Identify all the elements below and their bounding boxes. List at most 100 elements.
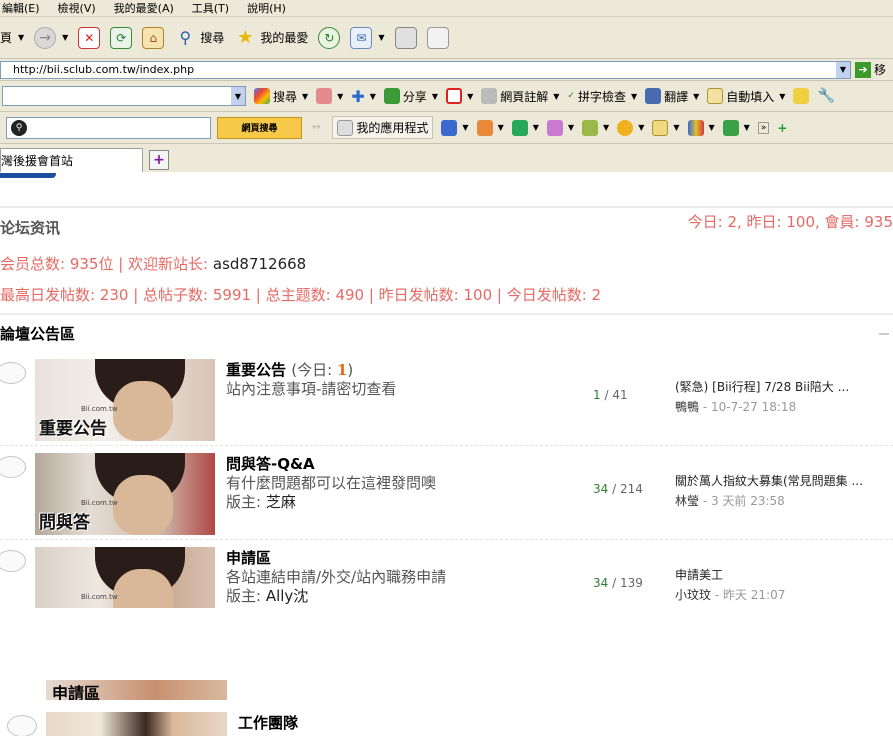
forum-name-text: 重要公告 [226, 361, 287, 379]
last-post-title[interactable]: 關於萬人指紋大募集(常見問題集 ... [675, 472, 863, 489]
menu-favorites[interactable]: 我的最愛(A) [114, 0, 174, 16]
forum-name[interactable]: 申請區 [226, 547, 271, 568]
shield-icon [687, 119, 704, 136]
add-app-button[interactable]: + [777, 121, 787, 135]
last-post-user[interactable]: 林瑩 [675, 494, 699, 508]
go-button[interactable]: ➔ 移 [855, 61, 886, 78]
google-toolbar: ▼ 搜尋 ▼ ▼ ✚ ▼ 分享 ▼ ▼ 網頁註解 ▼ ✓ 拼字檢查 ▼ 翻譯 ▼… [0, 81, 893, 112]
house-icon [546, 119, 563, 136]
my-apps-button[interactable]: 我的應用程式 [332, 116, 434, 139]
new-admin-link[interactable]: asd8712668 [213, 255, 306, 273]
app-puzzle[interactable]: ▼ [722, 119, 750, 136]
popup-blocker-button[interactable]: ▼ [446, 88, 473, 104]
puzzle-icon [722, 119, 739, 136]
add-button[interactable]: ✚ ▼ [351, 87, 376, 106]
moderator-name[interactable]: Ally沈 [266, 587, 308, 605]
thread-count: 34 [593, 482, 609, 496]
chevron-down-icon: ▼ [18, 33, 25, 42]
mail-icon: ✉ [350, 26, 373, 49]
mail-button[interactable]: ✉ ▼ [350, 26, 385, 49]
home-button[interactable]: ⌂ [142, 26, 165, 49]
new-tab-button[interactable]: + [149, 150, 169, 170]
bookmark-button[interactable]: ▼ [316, 88, 343, 104]
share-button[interactable]: 分享 ▼ [383, 88, 438, 105]
menu-help[interactable]: 說明(H) [247, 0, 286, 16]
watermark: Bii.com.tw [81, 593, 118, 601]
forum-row: Bii.com.tw 重要公告 重要公告 (今日: 1) 站內注意事項-請密切查… [0, 354, 893, 446]
last-post-user[interactable]: 小玟玟 [675, 588, 711, 602]
address-bar: http://bii.sclub.com.tw/index.php ▼ ➔ 移 [0, 59, 893, 81]
forum-name[interactable]: 問與答-Q&A [226, 453, 315, 474]
chevron-down-icon: ▼ [497, 123, 504, 132]
today-prefix: (今日: [291, 361, 337, 379]
menu-tools[interactable]: 工具(T) [192, 0, 229, 16]
edit-button[interactable] [426, 26, 449, 49]
last-post-title[interactable]: (緊急) [Bii行程] 7/28 Bii陪大 ... [675, 378, 849, 395]
spellcheck-label: 拼字檢查 [577, 89, 626, 104]
tab-active[interactable]: 灣後援會首站 [0, 148, 143, 172]
app-fish[interactable]: ▼ [617, 119, 644, 136]
last-post-user[interactable]: 鴨鴨 [675, 400, 699, 414]
more-apps-button[interactable]: » [757, 121, 770, 134]
main-toolbar: 頁 ▼ → ▼ ✕ ⟳ ⌂ ⚲ 搜尋 ★ 我的最愛 ↻ ✉ ▼ [0, 17, 893, 59]
favorites-button[interactable]: ★ 我的最愛 [234, 27, 308, 49]
last-post-title[interactable]: 申請美工 [675, 566, 723, 583]
forum-description: 各站連結申請/外交/站內職務申請 [226, 568, 447, 586]
post-count: / 41 [600, 388, 628, 402]
print-button[interactable] [394, 26, 417, 49]
page-button[interactable]: 頁 ▼ [0, 29, 24, 46]
google-search-input[interactable]: ▼ [2, 86, 246, 106]
highlight-button[interactable] [793, 88, 810, 104]
chevron-down-icon: ▼ [467, 91, 474, 101]
render-gap [0, 608, 893, 680]
chevron-down-icon[interactable]: ▼ [231, 87, 245, 105]
refresh-icon: ⟳ [110, 26, 133, 49]
forum-name[interactable]: 工作團隊 [238, 712, 298, 733]
watermark: Bii.com.tw [81, 499, 118, 507]
refresh-button[interactable]: ⟳ [110, 26, 133, 49]
autofill-button[interactable]: 自動填入 ▼ [707, 88, 785, 105]
menu-edit[interactable]: 編輯(E) [2, 0, 40, 16]
app-game[interactable]: ▼ [476, 119, 504, 136]
forum-thumbnail[interactable] [46, 712, 227, 736]
print-icon [394, 26, 417, 49]
history-button[interactable]: ↻ [318, 26, 341, 49]
edit-icon [426, 26, 449, 49]
address-input[interactable]: http://bii.sclub.com.tw/index.php ▼ [0, 60, 851, 79]
forum-thumbnail[interactable]: Bii.com.tw [35, 547, 215, 608]
annotate-button[interactable]: 網頁註解 ▼ [481, 88, 559, 105]
menu-view[interactable]: 檢視(V) [58, 0, 96, 16]
thumbnail-bg [46, 712, 227, 736]
app-star[interactable]: ▼ [511, 119, 539, 136]
window-icon [652, 119, 669, 136]
forum-thumbnail[interactable]: 申請區 [46, 680, 227, 700]
moderator-name[interactable]: 芝麻 [266, 493, 296, 511]
comment-icon [481, 88, 498, 104]
stop-button[interactable]: ✕ [78, 26, 101, 49]
search-button[interactable]: ⚲ 搜尋 [174, 27, 224, 49]
section-title[interactable]: 論壇公告區 [0, 323, 75, 344]
app-window[interactable]: ▼ [652, 119, 680, 136]
go-label: 移 [874, 63, 887, 77]
share-label: 分享 [402, 89, 427, 104]
app-house[interactable]: ▼ [546, 119, 574, 136]
spellcheck-button[interactable]: ✓ 拼字檢查 ▼ [567, 88, 637, 105]
forum-thumbnail[interactable]: Bii.com.tw 重要公告 [35, 359, 215, 441]
settings-button[interactable]: 🔧 [817, 88, 834, 104]
chevron-down-icon[interactable]: ▼ [836, 61, 850, 78]
app-book[interactable]: ▼ [582, 119, 609, 136]
web-search-button[interactable]: 網頁搜尋 [217, 116, 302, 139]
google-search-button[interactable]: 搜尋 ▼ [254, 88, 308, 105]
app-shield[interactable]: ▼ [687, 119, 715, 136]
translate-button[interactable]: 翻譯 ▼ [645, 88, 699, 105]
forum-thumbnail[interactable]: Bii.com.tw 問與答 [35, 453, 215, 535]
app-mail[interactable]: ▼ [441, 119, 469, 136]
forum-name[interactable]: 重要公告 (今日: 1) [226, 359, 353, 380]
collapse-icon[interactable] [879, 333, 889, 335]
forward-button[interactable]: → ▼ [34, 26, 68, 49]
tab-title: 灣後援會首站 [1, 154, 74, 168]
status-bubble-icon [7, 715, 37, 736]
star-icon: ★ [237, 27, 254, 48]
toolbar-search-input[interactable]: ⚲ [6, 116, 211, 139]
thumbnail-title: 問與答 [39, 513, 90, 533]
